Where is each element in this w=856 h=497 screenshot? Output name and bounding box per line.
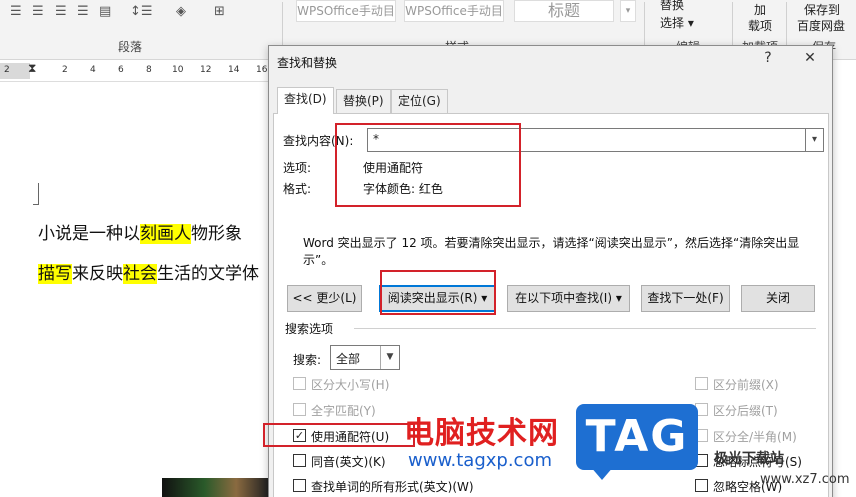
watermark-right-text: 极光下载站 [714,451,784,467]
close-icon[interactable]: ✕ [799,50,821,66]
document-line-1: 小说是一种以刻画人物形象 [38,219,242,244]
match-prefix-label: 区分前缀(X) [713,378,779,392]
document-page[interactable]: 小说是一种以刻画人物形象 描写来反映社会生活的文学体 [0,83,270,497]
search-options-header: 搜索选项 [285,322,334,336]
ruler-number: 2 [62,65,68,75]
select-label: 选择 [660,16,685,30]
select-button[interactable]: 选择 ▾ [660,14,694,31]
ruler-number: 16 [256,65,268,75]
ruler-number: 8 [146,65,152,75]
replace-button[interactable]: 替换 [660,0,684,13]
less-button[interactable]: << 更少(L) [287,285,362,312]
save-to-cloud-line1[interactable]: 保存到 [804,1,840,18]
addin-label-line2[interactable]: 载项 [748,17,772,34]
watermark-right-url: www.xz7.com [760,472,850,487]
ruler-number: 2 [4,65,10,75]
line-spacing-icon[interactable]: ↕☰ [130,4,153,19]
style-item-3[interactable]: 标题 [514,0,614,22]
dialog-title: 查找和替换 [277,56,338,70]
justify-icon[interactable]: ☰ [77,4,89,19]
match-case-label: 区分大小写(H) [311,378,390,392]
use-wildcards-label: 使用通配符(U) [311,430,390,444]
document-image [162,478,268,497]
highlighted-text: 社会 [123,264,157,284]
watermark-site-url: www.tagxp.com [408,450,552,471]
help-button[interactable]: ? [757,50,779,66]
match-case-checkbox[interactable] [293,377,306,390]
style-item-1[interactable]: WPSOffice手动目 [296,0,396,22]
margin-corner-mark [33,183,39,205]
ruler: 2 ⧗ 2 4 6 8 10 12 14 16 [0,60,270,82]
divider [354,328,816,329]
indent-marker-icon[interactable]: ⧗ [28,61,36,76]
find-what-input[interactable]: * [367,128,806,152]
ruler-number: 12 [200,65,212,75]
find-what-label: 查找内容(N): [283,134,354,148]
chevron-down-icon[interactable]: ▼ [380,346,399,369]
ruler-number: 4 [90,65,96,75]
align-center-icon[interactable]: ☰ [32,4,44,19]
save-to-cloud-line2[interactable]: 百度网盘 [797,17,845,34]
format-value: 字体颜色: 红色 [363,182,443,196]
watermark-site-name: 电脑技术网 [404,416,559,451]
whole-word-checkbox[interactable] [293,403,306,416]
sounds-like-checkbox[interactable] [293,454,306,467]
distributed-icon[interactable]: ▤ [99,4,111,19]
find-in-button[interactable]: 在以下项中查找(I) ▾ [507,285,630,312]
use-wildcards-checkbox[interactable]: ✓ [293,429,306,442]
highlighted-text: 刻画人 [140,224,191,244]
addin-label-line1[interactable]: 加 [754,1,766,18]
ruler-number: 14 [228,65,240,75]
watermark-logo: TAG [576,404,698,470]
whole-word-label: 全字匹配(Y) [311,404,376,418]
ruler-number: 10 [172,65,184,75]
find-next-button[interactable]: 查找下一处(F) [641,285,730,312]
ignore-space-checkbox[interactable] [695,479,708,492]
match-prefix-checkbox[interactable] [695,377,708,390]
tab-find[interactable]: 查找(D) [277,87,334,114]
tab-replace[interactable]: 替换(P) [336,89,391,113]
tab-goto[interactable]: 定位(G) [391,89,448,113]
highlight-message: Word 突出显示了 12 项。若要清除突出显示，请选择“阅读突出显示”，然后选… [303,236,800,267]
borders-icon[interactable]: ⊞ [214,4,225,19]
styles-scroll[interactable]: ▾ [620,0,636,22]
options-label: 选项: [283,161,312,175]
all-word-forms-label: 查找单词的所有形式(英文)(W) [311,480,474,494]
highlighted-text: 描写 [38,264,72,284]
match-suffix-label: 区分后缀(T) [713,404,778,418]
style-item-2[interactable]: WPSOffice手动目 [404,0,504,22]
match-width-label: 区分全/半角(M) [713,430,797,444]
doc-text: 来反映 [72,264,123,284]
find-history-dropdown[interactable]: ▾ [806,128,824,152]
reading-highlight-button[interactable]: 阅读突出显示(R) ▾ [379,285,496,312]
close-button[interactable]: 关闭 [741,285,815,312]
doc-text: 生活的文学体 [157,264,259,284]
format-label: 格式: [283,182,312,196]
align-left-icon[interactable]: ☰ [10,4,22,19]
doc-text: 物形象 [191,224,242,244]
watermark-logo-tail [590,466,614,480]
align-right-icon[interactable]: ☰ [55,4,67,19]
ruler-number: 6 [118,65,124,75]
all-word-forms-checkbox[interactable] [293,479,306,492]
sounds-like-label: 同音(英文)(K) [311,455,386,469]
shading-icon[interactable]: ◈ [176,4,186,19]
search-direction-label: 搜索: [293,353,322,367]
options-value: 使用通配符 [363,161,424,175]
doc-text: 小说是一种以 [38,224,140,244]
paragraph-group-label: 段落 [118,40,143,54]
document-line-2: 描写来反映社会生活的文学体 [38,259,259,284]
